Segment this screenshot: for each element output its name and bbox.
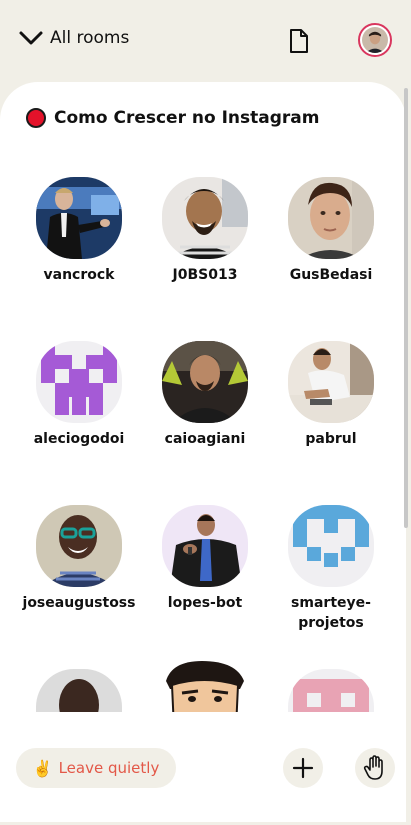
hand-icon (363, 755, 383, 780)
live-indicator (26, 108, 46, 128)
speaker-tile[interactable]: aleciogodoi (19, 341, 139, 449)
document-icon[interactable] (287, 28, 311, 54)
speaker-avatar (36, 505, 122, 587)
peace-icon: ✌️ (32, 758, 53, 778)
plus-icon (292, 757, 314, 779)
chevron-down-icon (19, 31, 43, 45)
speaker-avatar (288, 669, 374, 712)
raise-hand-button[interactable] (355, 748, 395, 788)
speaker-tile[interactable]: pabrul (271, 341, 391, 449)
scrollbar[interactable] (404, 88, 408, 528)
speaker-avatar (162, 177, 248, 259)
speaker-name: pabrul (305, 431, 357, 447)
speaker-tile[interactable]: smarteye-projetos (271, 505, 391, 633)
speaker-name: caioagiani (164, 431, 246, 447)
speaker-name: aleciogodoi (33, 431, 125, 447)
speaker-tile[interactable] (145, 659, 265, 712)
speaker-tile[interactable]: caioagiani (145, 341, 265, 449)
speaker-avatar (288, 505, 374, 587)
speaker-name: vancrock (43, 267, 115, 283)
leave-quietly-button[interactable]: ✌️ Leave quietly (16, 748, 176, 788)
speaker-name: GusBedasi (289, 267, 373, 283)
speaker-avatar (36, 669, 122, 712)
top-bar: All rooms (0, 0, 411, 82)
all-rooms-label: All rooms (50, 28, 130, 48)
speaker-grid: vancrock J0BS013 GusBedasi aleciogodoi c… (0, 177, 406, 712)
add-button[interactable] (283, 748, 323, 788)
speaker-avatar (162, 341, 248, 423)
speaker-tile[interactable]: GusBedasi (271, 177, 391, 285)
speaker-name: lopes-bot (167, 595, 243, 611)
all-rooms-button[interactable]: All rooms (18, 28, 129, 48)
speaker-name: joseaugustoss (22, 595, 136, 611)
speaker-avatar (162, 659, 248, 712)
speaker-tile[interactable] (271, 669, 391, 712)
room-panel: Como Crescer no Instagram vancrock J0BS0… (0, 82, 406, 822)
room-title: Como Crescer no Instagram (54, 108, 320, 128)
speaker-tile[interactable]: joseaugustoss (19, 505, 139, 613)
speaker-tile[interactable]: vancrock (19, 177, 139, 285)
speaker-avatar (162, 505, 248, 587)
leave-quietly-label: Leave quietly (58, 759, 160, 777)
profile-avatar[interactable] (358, 23, 392, 57)
speaker-avatar (288, 341, 374, 423)
room-header: Como Crescer no Instagram (26, 108, 319, 128)
speaker-name: smarteye-projetos (291, 595, 371, 631)
speaker-tile[interactable] (19, 669, 139, 712)
speaker-avatar (36, 177, 122, 259)
speaker-avatar (36, 341, 122, 423)
speaker-tile[interactable]: J0BS013 (145, 177, 265, 285)
speaker-tile[interactable]: lopes-bot (145, 505, 265, 613)
speaker-avatar (288, 177, 374, 259)
speaker-name: J0BS013 (172, 267, 238, 283)
